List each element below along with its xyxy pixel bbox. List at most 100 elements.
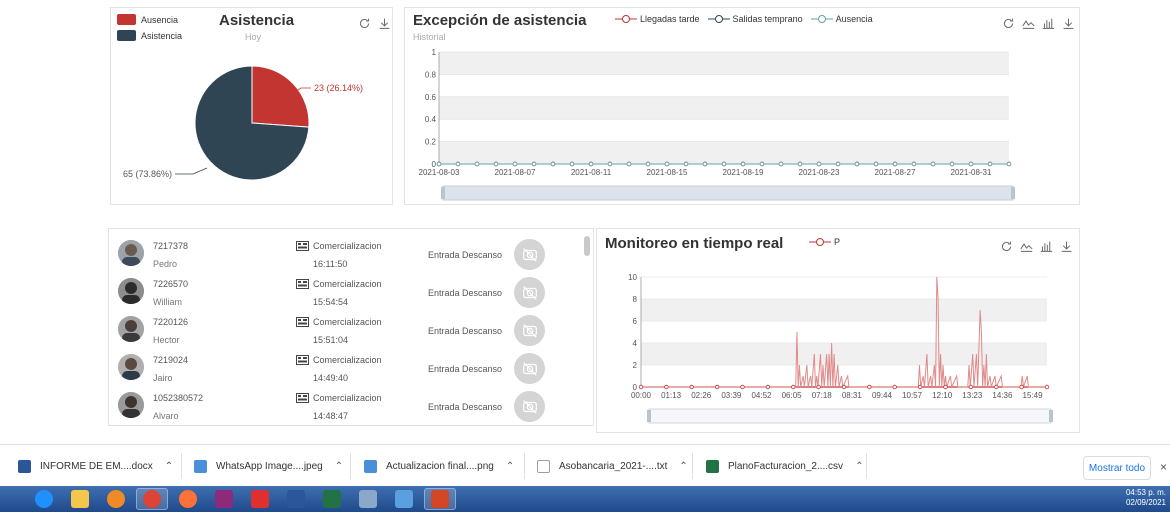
- event-time: 15:54:54: [313, 297, 349, 307]
- y-tick-label: 1: [432, 48, 437, 57]
- exception-zoom-slider[interactable]: [442, 185, 1014, 201]
- x-tick-label: 09:44: [872, 391, 893, 400]
- x-tick-label: 2021-08-03: [419, 168, 460, 177]
- scrollbar-thumb[interactable]: [584, 236, 590, 256]
- clock-time: 04:53 p. m.: [1125, 488, 1166, 497]
- download-item[interactable]: Asobancaria_2021-....txt ⌃: [537, 455, 688, 477]
- data-point: [638, 384, 644, 390]
- event-time: 14:48:47: [313, 411, 349, 421]
- event-type: Entrada Descanso: [428, 402, 503, 412]
- download-item[interactable]: PlanoFacturacion_2....csv ⌃: [706, 455, 863, 477]
- data-point: [569, 161, 575, 167]
- taskbar-ie[interactable]: [28, 488, 60, 510]
- list-item[interactable]: 7220126 Hector Comercializacion 15:51:04…: [110, 312, 580, 350]
- data-point: [917, 384, 923, 390]
- realtime-zoom-slider[interactable]: [648, 408, 1052, 424]
- y-tick-label: 0.6: [425, 93, 437, 102]
- excel-icon: [323, 490, 341, 508]
- divider: [350, 453, 351, 479]
- no-camera-icon[interactable]: [514, 353, 545, 384]
- zoom-handle-right[interactable]: [1011, 187, 1015, 199]
- taskbar-paint[interactable]: [208, 488, 240, 510]
- data-point: [626, 161, 632, 167]
- taskbar-excel[interactable]: [316, 488, 348, 510]
- chevron-up-icon[interactable]: ⌃: [855, 461, 863, 472]
- event-type: Entrada Descanso: [428, 364, 503, 374]
- employee-list[interactable]: 7217378 Pedro Comercializacion 16:11:50 …: [110, 230, 592, 422]
- data-point: [607, 161, 613, 167]
- close-downloads-button[interactable]: ×: [1160, 460, 1167, 474]
- data-point: [664, 384, 669, 390]
- divider: [692, 453, 693, 479]
- no-camera-icon[interactable]: [514, 239, 545, 270]
- employee-name: William: [153, 297, 182, 307]
- no-camera-icon[interactable]: [514, 315, 545, 346]
- pie-leader-line: [175, 167, 208, 175]
- chevron-up-icon[interactable]: ⌃: [335, 461, 343, 472]
- divider: [181, 453, 182, 479]
- taskbar-chrome[interactable]: [136, 488, 168, 510]
- chevron-up-icon[interactable]: ⌃: [506, 461, 514, 472]
- taskbar-word[interactable]: [280, 488, 312, 510]
- exception-line-chart: 00.20.40.60.81 2021-08-03 2021-08-07 2021-…: [419, 48, 1015, 201]
- x-tick-label: 14:36: [992, 391, 1013, 400]
- data-point: [645, 161, 651, 167]
- event-type: Entrada Descanso: [428, 288, 503, 298]
- download-filename: Asobancaria_2021-....txt: [559, 460, 668, 472]
- taskbar-explorer[interactable]: [64, 488, 96, 510]
- employee-department: Comercializacion: [313, 241, 382, 251]
- data-point: [493, 161, 499, 167]
- x-tick-label: 04:52: [751, 391, 772, 400]
- data-point: [740, 384, 745, 390]
- taskbar-acrobat[interactable]: [244, 488, 276, 510]
- department-icon: [296, 241, 309, 251]
- media-icon: [107, 490, 125, 508]
- ie-icon: [35, 490, 53, 508]
- taskbar-snipping[interactable]: [388, 488, 420, 510]
- acrobat-icon: [251, 490, 269, 508]
- download-item[interactable]: Actualizacion final....png ⌃: [364, 455, 514, 477]
- chevron-up-icon[interactable]: ⌃: [679, 461, 687, 472]
- no-camera-icon[interactable]: [514, 391, 545, 422]
- word-doc-icon: [18, 459, 31, 473]
- taskbar-firefox[interactable]: [172, 488, 204, 510]
- zoom-handle-left[interactable]: [647, 410, 651, 422]
- show-all-button[interactable]: Mostrar todo: [1083, 456, 1151, 480]
- data-point: [791, 384, 796, 390]
- x-tick-label: 13:23: [962, 391, 983, 400]
- realtime-monitor-panel: Monitoreo en tiempo real P 0 2 4 6 8 10 00:00…: [596, 228, 1080, 433]
- snipping-icon: [395, 490, 413, 508]
- avatar: [118, 240, 144, 266]
- employee-name: Jairo: [153, 373, 173, 383]
- data-point: [531, 161, 537, 167]
- grid-band: [439, 52, 1009, 75]
- data-point: [714, 384, 720, 390]
- x-tick-label: 03:39: [721, 391, 742, 400]
- excel-file-icon: [706, 459, 719, 473]
- calculator-icon: [359, 490, 377, 508]
- taskbar-calculator[interactable]: [352, 488, 384, 510]
- employee-id: 7226570: [153, 279, 189, 289]
- downloads-bar: INFORME DE EM....docx ⌃ WhatsApp Image..…: [0, 444, 1170, 486]
- list-item[interactable]: 1052380572 Alvaro Comercializacion 14:48…: [110, 388, 580, 422]
- data-point: [689, 384, 694, 390]
- chrome-icon: [143, 490, 161, 508]
- zoom-handle-left[interactable]: [441, 187, 445, 199]
- download-item[interactable]: WhatsApp Image....jpeg ⌃: [194, 455, 343, 477]
- chevron-up-icon[interactable]: ⌃: [165, 461, 173, 472]
- grid-band: [439, 96, 1009, 120]
- no-camera-icon[interactable]: [514, 277, 545, 308]
- attendance-panel: Ausencia Asistencia Asistencia Hoy 23 (2…: [110, 7, 393, 205]
- data-point: [930, 161, 936, 167]
- list-item[interactable]: 7226570 William Comercializacion 15:54:5…: [110, 274, 580, 312]
- list-item[interactable]: 7219024 Jairo Comercializacion 14:49:40 …: [110, 350, 580, 388]
- list-item[interactable]: 7217378 Pedro Comercializacion 16:11:50 …: [110, 236, 580, 274]
- system-clock[interactable]: 04:53 p. m. 02/09/2021: [1126, 488, 1166, 508]
- firefox-icon: [179, 490, 197, 508]
- taskbar-media[interactable]: [100, 488, 132, 510]
- download-item[interactable]: INFORME DE EM....docx ⌃: [18, 455, 173, 477]
- pie-label-ausencia: 23 (26.14%): [314, 83, 363, 93]
- zoom-handle-right[interactable]: [1049, 410, 1053, 422]
- taskbar-powerpoint[interactable]: [424, 488, 456, 510]
- y-tick-label: 0.2: [425, 138, 437, 147]
